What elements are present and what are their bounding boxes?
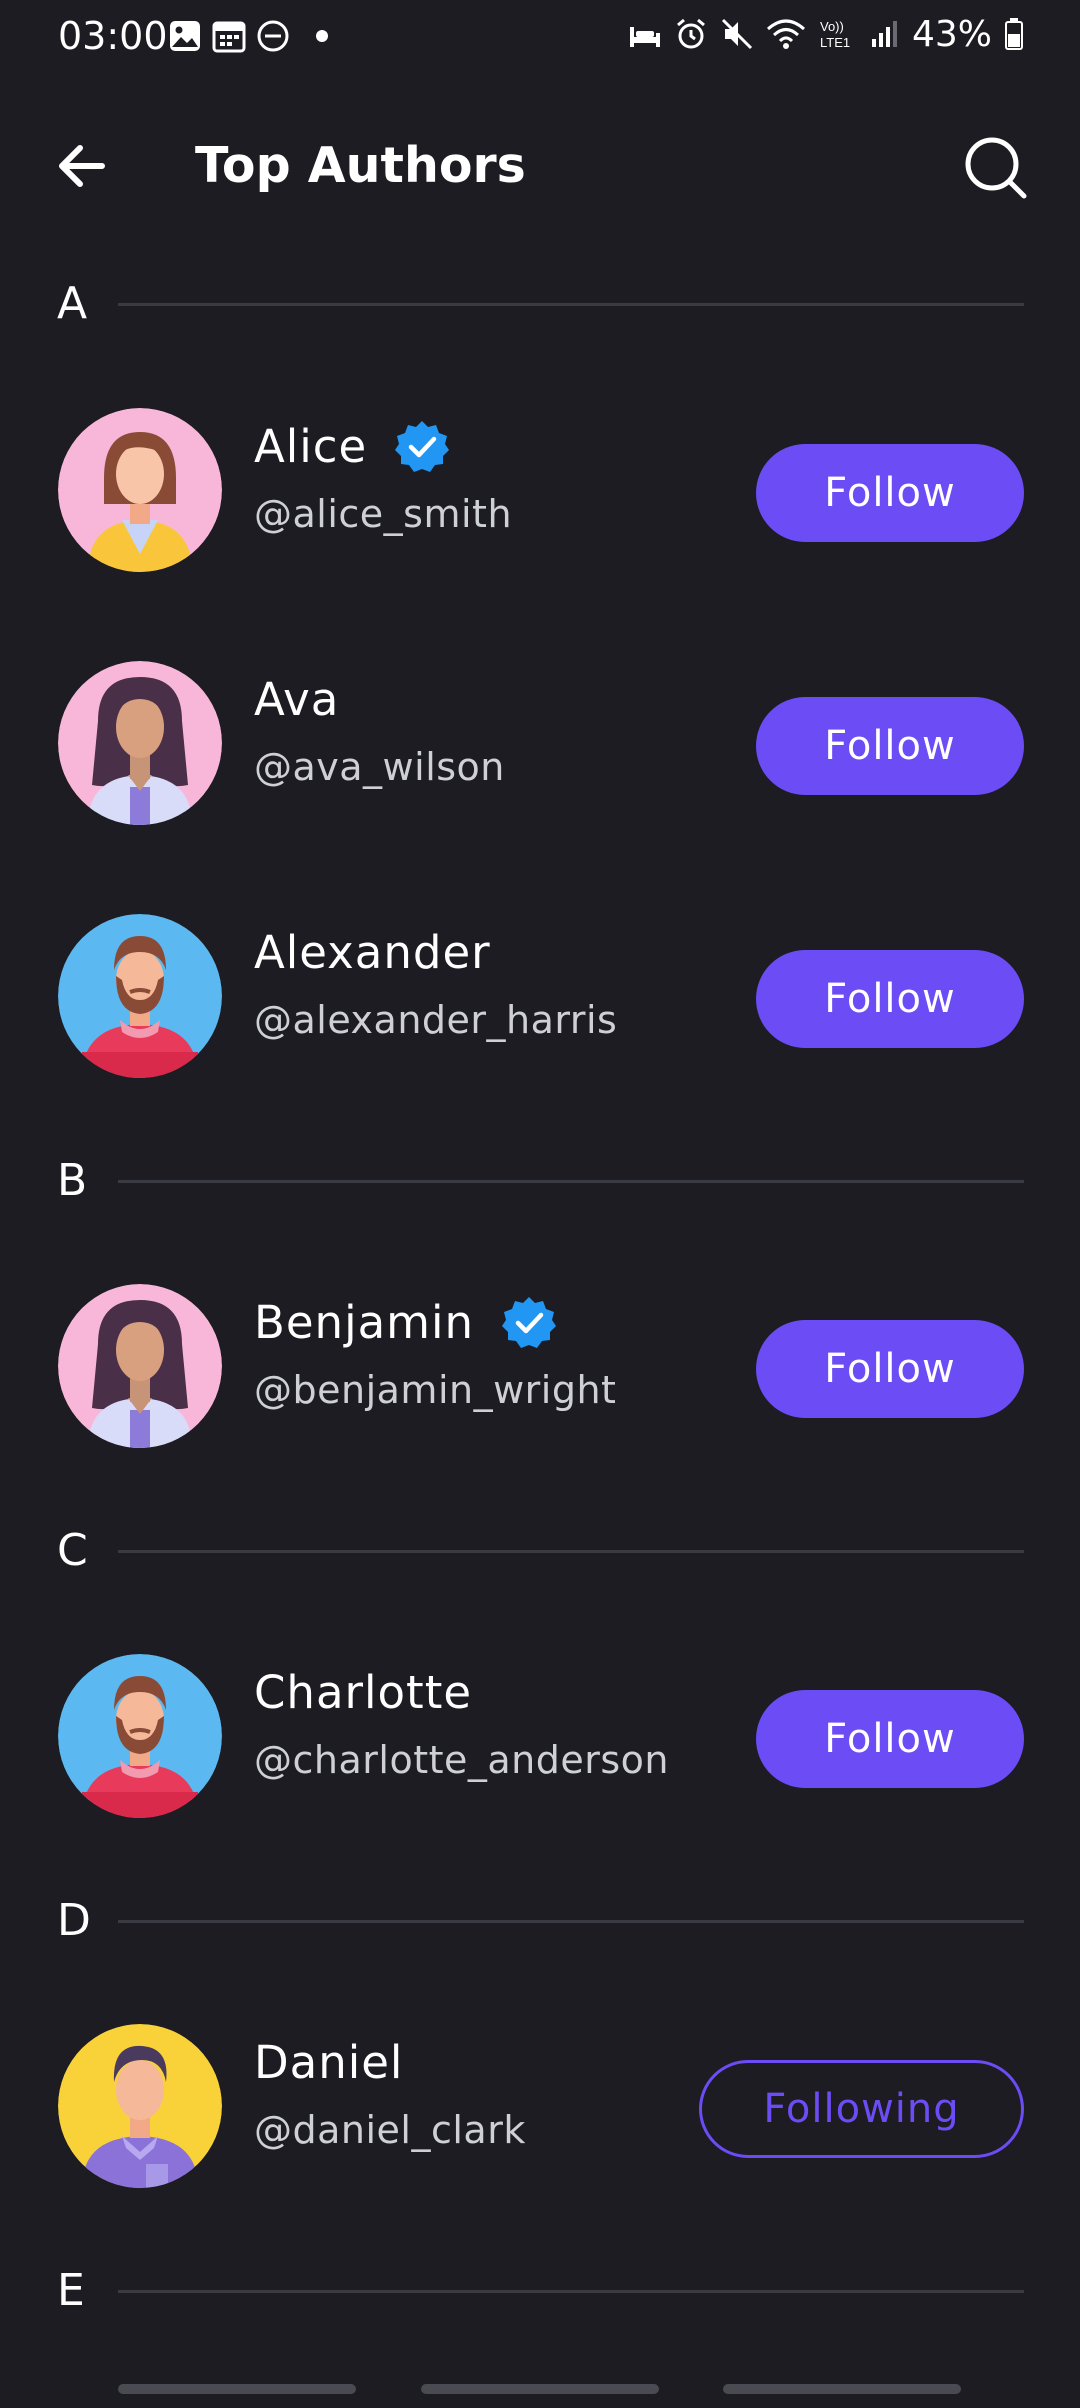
author-name: Charlotte: [254, 1665, 473, 1719]
battery-icon: [1005, 18, 1023, 50]
nav-hint-bar: [723, 2384, 961, 2394]
section-divider: [118, 1920, 1024, 1923]
image-icon: [170, 21, 200, 51]
status-bar: 03:00 Vo)) LTE1 43%: [0, 0, 1080, 72]
verified-badge-icon: [395, 421, 450, 472]
avatar: [58, 408, 222, 572]
status-icons-right: Vo)) LTE1 43%: [628, 12, 1024, 56]
avatar-woman-long-hair-icon: [58, 661, 222, 825]
avatar: [58, 1284, 222, 1448]
back-arrow-icon[interactable]: [52, 136, 112, 196]
author-name-wrap: Alexander: [254, 922, 491, 982]
nav-hint-bar: [118, 2384, 356, 2394]
follow-button[interactable]: Follow: [756, 1320, 1024, 1418]
section-header-e: E: [0, 2259, 1080, 2323]
author-handle: @charlotte_anderson: [254, 1738, 669, 1782]
verified-badge-icon: [502, 1297, 557, 1348]
nav-hint-bar: [421, 2384, 659, 2394]
author-handle: @alexander_harris: [254, 998, 618, 1042]
search-icon[interactable]: [962, 134, 1030, 202]
svg-text:Vo)): Vo)): [820, 19, 844, 34]
dnd-icon: [257, 20, 289, 52]
author-handle: @ava_wilson: [254, 745, 505, 789]
author-name: Alice: [254, 419, 368, 473]
author-handle: @daniel_clark: [254, 2108, 526, 2152]
author-row-ava[interactable]: Ava @ava_wilson Follow: [0, 661, 1080, 831]
follow-button[interactable]: Follow: [756, 444, 1024, 542]
section-divider: [118, 2290, 1024, 2293]
calendar-icon: [212, 21, 246, 53]
section-divider: [118, 1180, 1024, 1183]
following-button[interactable]: Following: [699, 2060, 1024, 2158]
section-header-d: D: [0, 1889, 1080, 1953]
author-row-daniel[interactable]: Daniel @daniel_clark Following: [0, 2024, 1080, 2194]
status-time: 03:00: [58, 14, 168, 58]
avatar-man-purple-shirt-icon: [58, 2024, 222, 2188]
author-name-wrap: Alice: [254, 416, 450, 476]
dot-icon: [316, 30, 328, 42]
author-row-alexander[interactable]: Alexander @alexander_harris Follow: [0, 914, 1080, 1084]
avatar-woman-long-hair-icon: [58, 1284, 222, 1448]
author-name: Alexander: [254, 925, 491, 979]
section-header-c: C: [0, 1519, 1080, 1583]
avatar-woman-short-hair-icon: [58, 408, 222, 572]
page-title: Top Authors: [195, 137, 526, 194]
author-name-wrap: Benjamin: [254, 1292, 557, 1352]
svg-text:LTE1: LTE1: [820, 35, 850, 50]
battery-percent: 43%: [911, 13, 992, 55]
volte-icon: Vo))LTE1: [820, 19, 850, 50]
section-header-b: B: [0, 1149, 1080, 1213]
author-name: Daniel: [254, 2035, 404, 2089]
signal-icon: [871, 21, 897, 47]
author-name-wrap: Daniel: [254, 2032, 403, 2092]
section-letter: B: [57, 1155, 88, 1206]
author-name-wrap: Charlotte: [254, 1662, 472, 1722]
avatar-man-beard-icon: [58, 1654, 222, 1818]
section-letter: A: [57, 278, 88, 329]
author-name: Ava: [254, 672, 340, 726]
author-handle: @alice_smith: [254, 492, 513, 536]
section-letter: E: [57, 2265, 85, 2316]
avatar: [58, 914, 222, 1078]
avatar: [58, 661, 222, 825]
avatar: [58, 2024, 222, 2188]
author-row-alice[interactable]: Alice @alice_smith Follow: [0, 408, 1080, 578]
author-handle: @benjamin_wright: [254, 1368, 617, 1412]
status-icons-left: [168, 16, 328, 56]
sleep-icon: [629, 27, 660, 47]
mute-icon: [721, 18, 753, 50]
follow-button[interactable]: Follow: [756, 950, 1024, 1048]
avatar: [58, 1654, 222, 1818]
author-name: Benjamin: [254, 1295, 475, 1349]
avatar-man-beard-icon: [58, 914, 222, 1078]
section-letter: C: [57, 1525, 88, 1576]
app-header: Top Authors: [0, 110, 1080, 220]
section-letter: D: [57, 1895, 91, 1946]
follow-button[interactable]: Follow: [756, 1690, 1024, 1788]
section-divider: [118, 303, 1024, 306]
section-divider: [118, 1550, 1024, 1553]
author-name-wrap: Ava: [254, 669, 339, 729]
author-row-charlotte[interactable]: Charlotte @charlotte_anderson Follow: [0, 1654, 1080, 1824]
section-header-a: A: [0, 272, 1080, 336]
alarm-icon: [677, 18, 705, 49]
follow-button[interactable]: Follow: [756, 697, 1024, 795]
wifi-icon: [766, 19, 805, 49]
author-row-benjamin[interactable]: Benjamin @benjamin_wright Follow: [0, 1284, 1080, 1454]
